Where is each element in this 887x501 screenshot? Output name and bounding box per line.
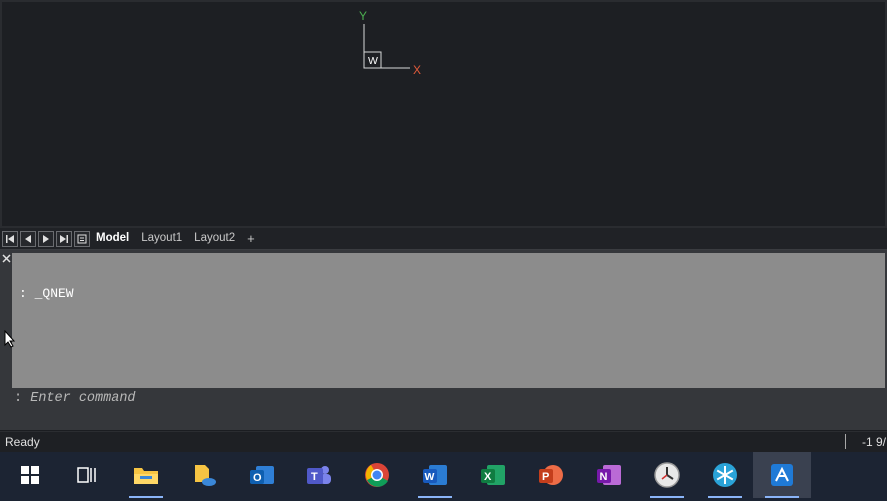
snowflake-icon [713,463,737,487]
ucs-icon: Y W X [359,9,421,77]
taskbar: O T W X P N [0,452,887,501]
history-line: : _QNEW [19,286,74,301]
file-explorer-button[interactable] [117,452,175,498]
svg-text:X: X [484,471,492,483]
onenote-button[interactable]: N [580,452,638,498]
windows-icon [21,466,39,484]
cad-app-icon [771,464,793,486]
teams-icon: T [307,466,331,484]
clock-app-button[interactable] [638,452,696,498]
active-indicator [708,496,742,498]
active-indicator [765,496,799,498]
command-panel: : _QNEW : Enter command [0,250,887,430]
word-icon: W [423,465,447,485]
skip-first-icon [6,234,14,243]
start-button[interactable] [1,452,59,498]
svg-text:W: W [425,471,435,483]
close-icon[interactable] [1,253,12,264]
task-view-icon [77,467,96,483]
tab-layout1[interactable]: Layout1 [135,228,188,249]
active-indicator [418,496,452,498]
mouse-cursor-icon [4,330,16,348]
chevron-left-icon [25,234,31,243]
add-layout-button[interactable]: + [241,228,261,249]
powerpoint-button[interactable]: P [522,452,580,498]
list-icon [77,234,87,243]
previous-layout-button[interactable] [20,230,36,247]
active-indicator [650,496,684,498]
excel-icon: X [481,465,505,485]
file-cloud-icon [195,465,216,486]
command-input[interactable]: : Enter command [14,391,136,406]
drawing-canvas[interactable]: Y W X [0,0,887,228]
tab-model[interactable]: Model [90,228,135,249]
task-view-button[interactable] [58,452,116,498]
layout-list-button[interactable] [74,230,90,247]
ucs-y-label: Y [359,9,367,23]
chrome-button[interactable] [348,452,406,498]
status-text: Ready [5,435,40,449]
layout-tab-bar: Model Layout1 Layout2 + [0,228,887,250]
word-button[interactable]: W [406,452,464,498]
files-button[interactable] [175,452,233,498]
last-layout-button[interactable] [56,230,72,247]
chrome-icon [365,463,389,487]
svg-text:T: T [311,471,318,483]
svg-text:N: N [600,471,608,483]
command-history: : _QNEW [12,253,885,388]
first-layout-button[interactable] [2,230,18,247]
powerpoint-icon: P [539,465,563,485]
clock-icon [654,462,680,488]
command-prompt-prefix: : [14,391,23,406]
svg-text:O: O [253,472,262,484]
command-placeholder: Enter command [30,391,136,406]
next-layout-button[interactable] [38,230,54,247]
active-indicator [129,496,163,498]
status-separator [845,434,846,449]
ucs-w-label: W [368,55,378,67]
folder-icon [134,468,158,484]
skip-last-icon [60,234,68,243]
svg-text:P: P [542,471,549,483]
coordinate-readout: -1 9/ [862,435,887,449]
ucs-x-label: X [413,63,421,77]
chevron-right-icon [43,234,49,243]
status-bar: Ready -1 9/ [0,431,887,453]
snowflake-app-button[interactable] [696,452,754,498]
teams-button[interactable]: T [290,452,348,498]
excel-button[interactable]: X [464,452,522,498]
tab-layout2[interactable]: Layout2 [188,228,241,249]
outlook-icon: O [250,466,274,484]
onenote-icon: N [597,465,621,485]
cad-app-button[interactable] [753,452,811,498]
outlook-button[interactable]: O [233,452,291,498]
